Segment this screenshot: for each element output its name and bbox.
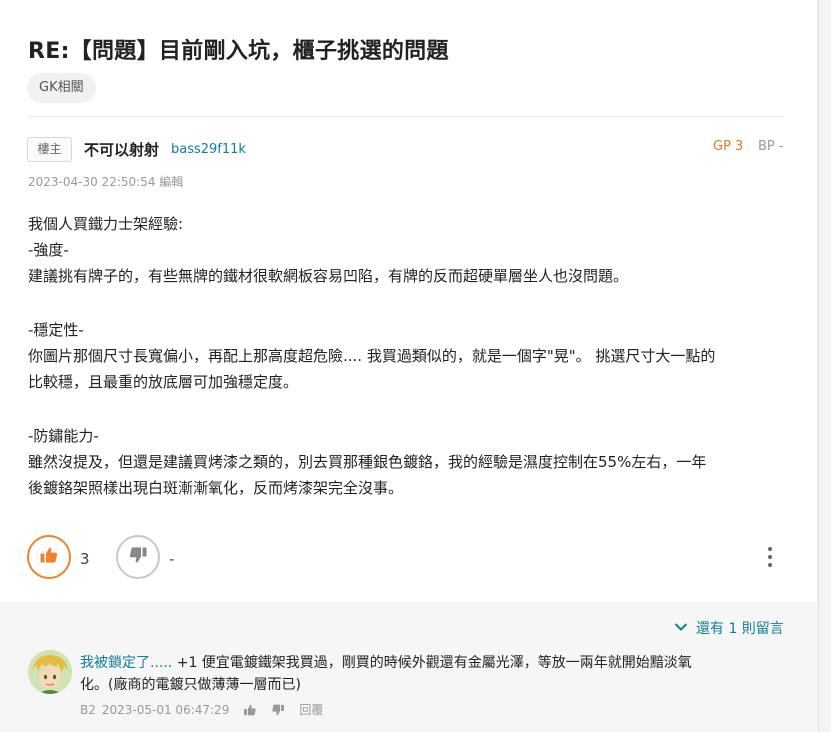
comment-text: 我被鎖定了..... +1 便宜電鍍鐵架我買過，剛買的時候外觀還有金屬光澤，等放… [80, 652, 760, 696]
comment-floor: B2 [80, 702, 96, 717]
comment-timestamp: 2023-05-01 06:47:29 [101, 702, 230, 717]
like-button[interactable] [27, 535, 71, 579]
post-body-line: 建議挑有牌子的，有些無牌的鐵材很軟網板容易凹陷，有牌的反而超硬單層坐人也沒問題。 [28, 267, 629, 285]
author-id-link[interactable]: bass29f11k [171, 142, 246, 157]
comment-meta: B2 2023-05-01 06:47:29 回覆 [80, 701, 323, 718]
scrollbar[interactable] [818, 0, 831, 732]
post-body-line [28, 289, 788, 317]
comment-author[interactable]: 我被鎖定了..... [80, 655, 172, 671]
comment-body-line: +1 便宜電鍍鐵架我買過，剛買的時候外觀還有金屬光澤，等放一兩年就開始黯淡氧 [172, 655, 692, 671]
post-body-line: 你圖片那個尺寸長寬偏小，再配上那高度超危險.... 我買過類似的，就是一個字"晃… [28, 347, 716, 365]
post-body-line: 比較穩，且最重的放底層可加強穩定度。 [28, 373, 299, 391]
reply-button[interactable]: 回覆 [299, 701, 323, 718]
post-body-line: -穩定性- [28, 321, 84, 339]
post-body: 我個人買鐵力士架經驗: -強度- 建議挑有牌子的，有些無牌的鐵材很軟網板容易凹陷… [28, 211, 788, 501]
dislike-button[interactable] [116, 535, 160, 579]
dislike-count: - [169, 550, 175, 568]
post-card: RE:【問題】目前剛入坑，櫃子挑選的問題 GK相關 樓主 不可以射射 bass2… [0, 0, 818, 732]
more-vertical-icon[interactable] [763, 545, 777, 569]
comment-body-line: 化。(廠商的電鍍只做薄薄一層而已) [80, 677, 301, 693]
category-tag[interactable]: GK相關 [27, 73, 96, 103]
avatar[interactable] [28, 650, 72, 694]
post-body-line: 後鍍鉻架照樣出現白斑漸漸氧化，反而烤漆架完全沒事。 [28, 479, 404, 497]
more-comments-label: 還有 1 則留言 [696, 621, 784, 637]
gp-count[interactable]: GP 3 [713, 139, 743, 154]
chevron-down-icon [674, 620, 688, 636]
post-body-line: -防鏽能力- [28, 427, 99, 445]
post-body-line: 雖然沒提及，但還是建議買烤漆之類的，別去買那種銀色鍍鉻，我的經驗是濕度控制在55… [28, 453, 707, 471]
author-name[interactable]: 不可以射射 [84, 139, 159, 160]
bp-count[interactable]: BP - [758, 139, 784, 154]
post-body-line [28, 395, 788, 423]
like-count: 3 [80, 550, 90, 568]
thumbs-up-icon[interactable] [243, 703, 257, 717]
divider [28, 116, 784, 117]
thumbs-up-icon [39, 545, 59, 569]
floor-badge: 樓主 [27, 137, 72, 162]
show-more-comments-button[interactable]: 還有 1 則留言 [674, 618, 784, 638]
thumbs-down-icon[interactable] [271, 703, 285, 717]
post-body-line: 我個人買鐵力士架經驗: [28, 215, 184, 233]
thumbs-down-icon [128, 545, 148, 569]
post-timestamp: 2023-04-30 22:50:54 編輯 [28, 175, 184, 189]
post-title: RE:【問題】目前剛入坑，櫃子挑選的問題 [28, 39, 449, 64]
post-body-line: -強度- [28, 241, 69, 259]
